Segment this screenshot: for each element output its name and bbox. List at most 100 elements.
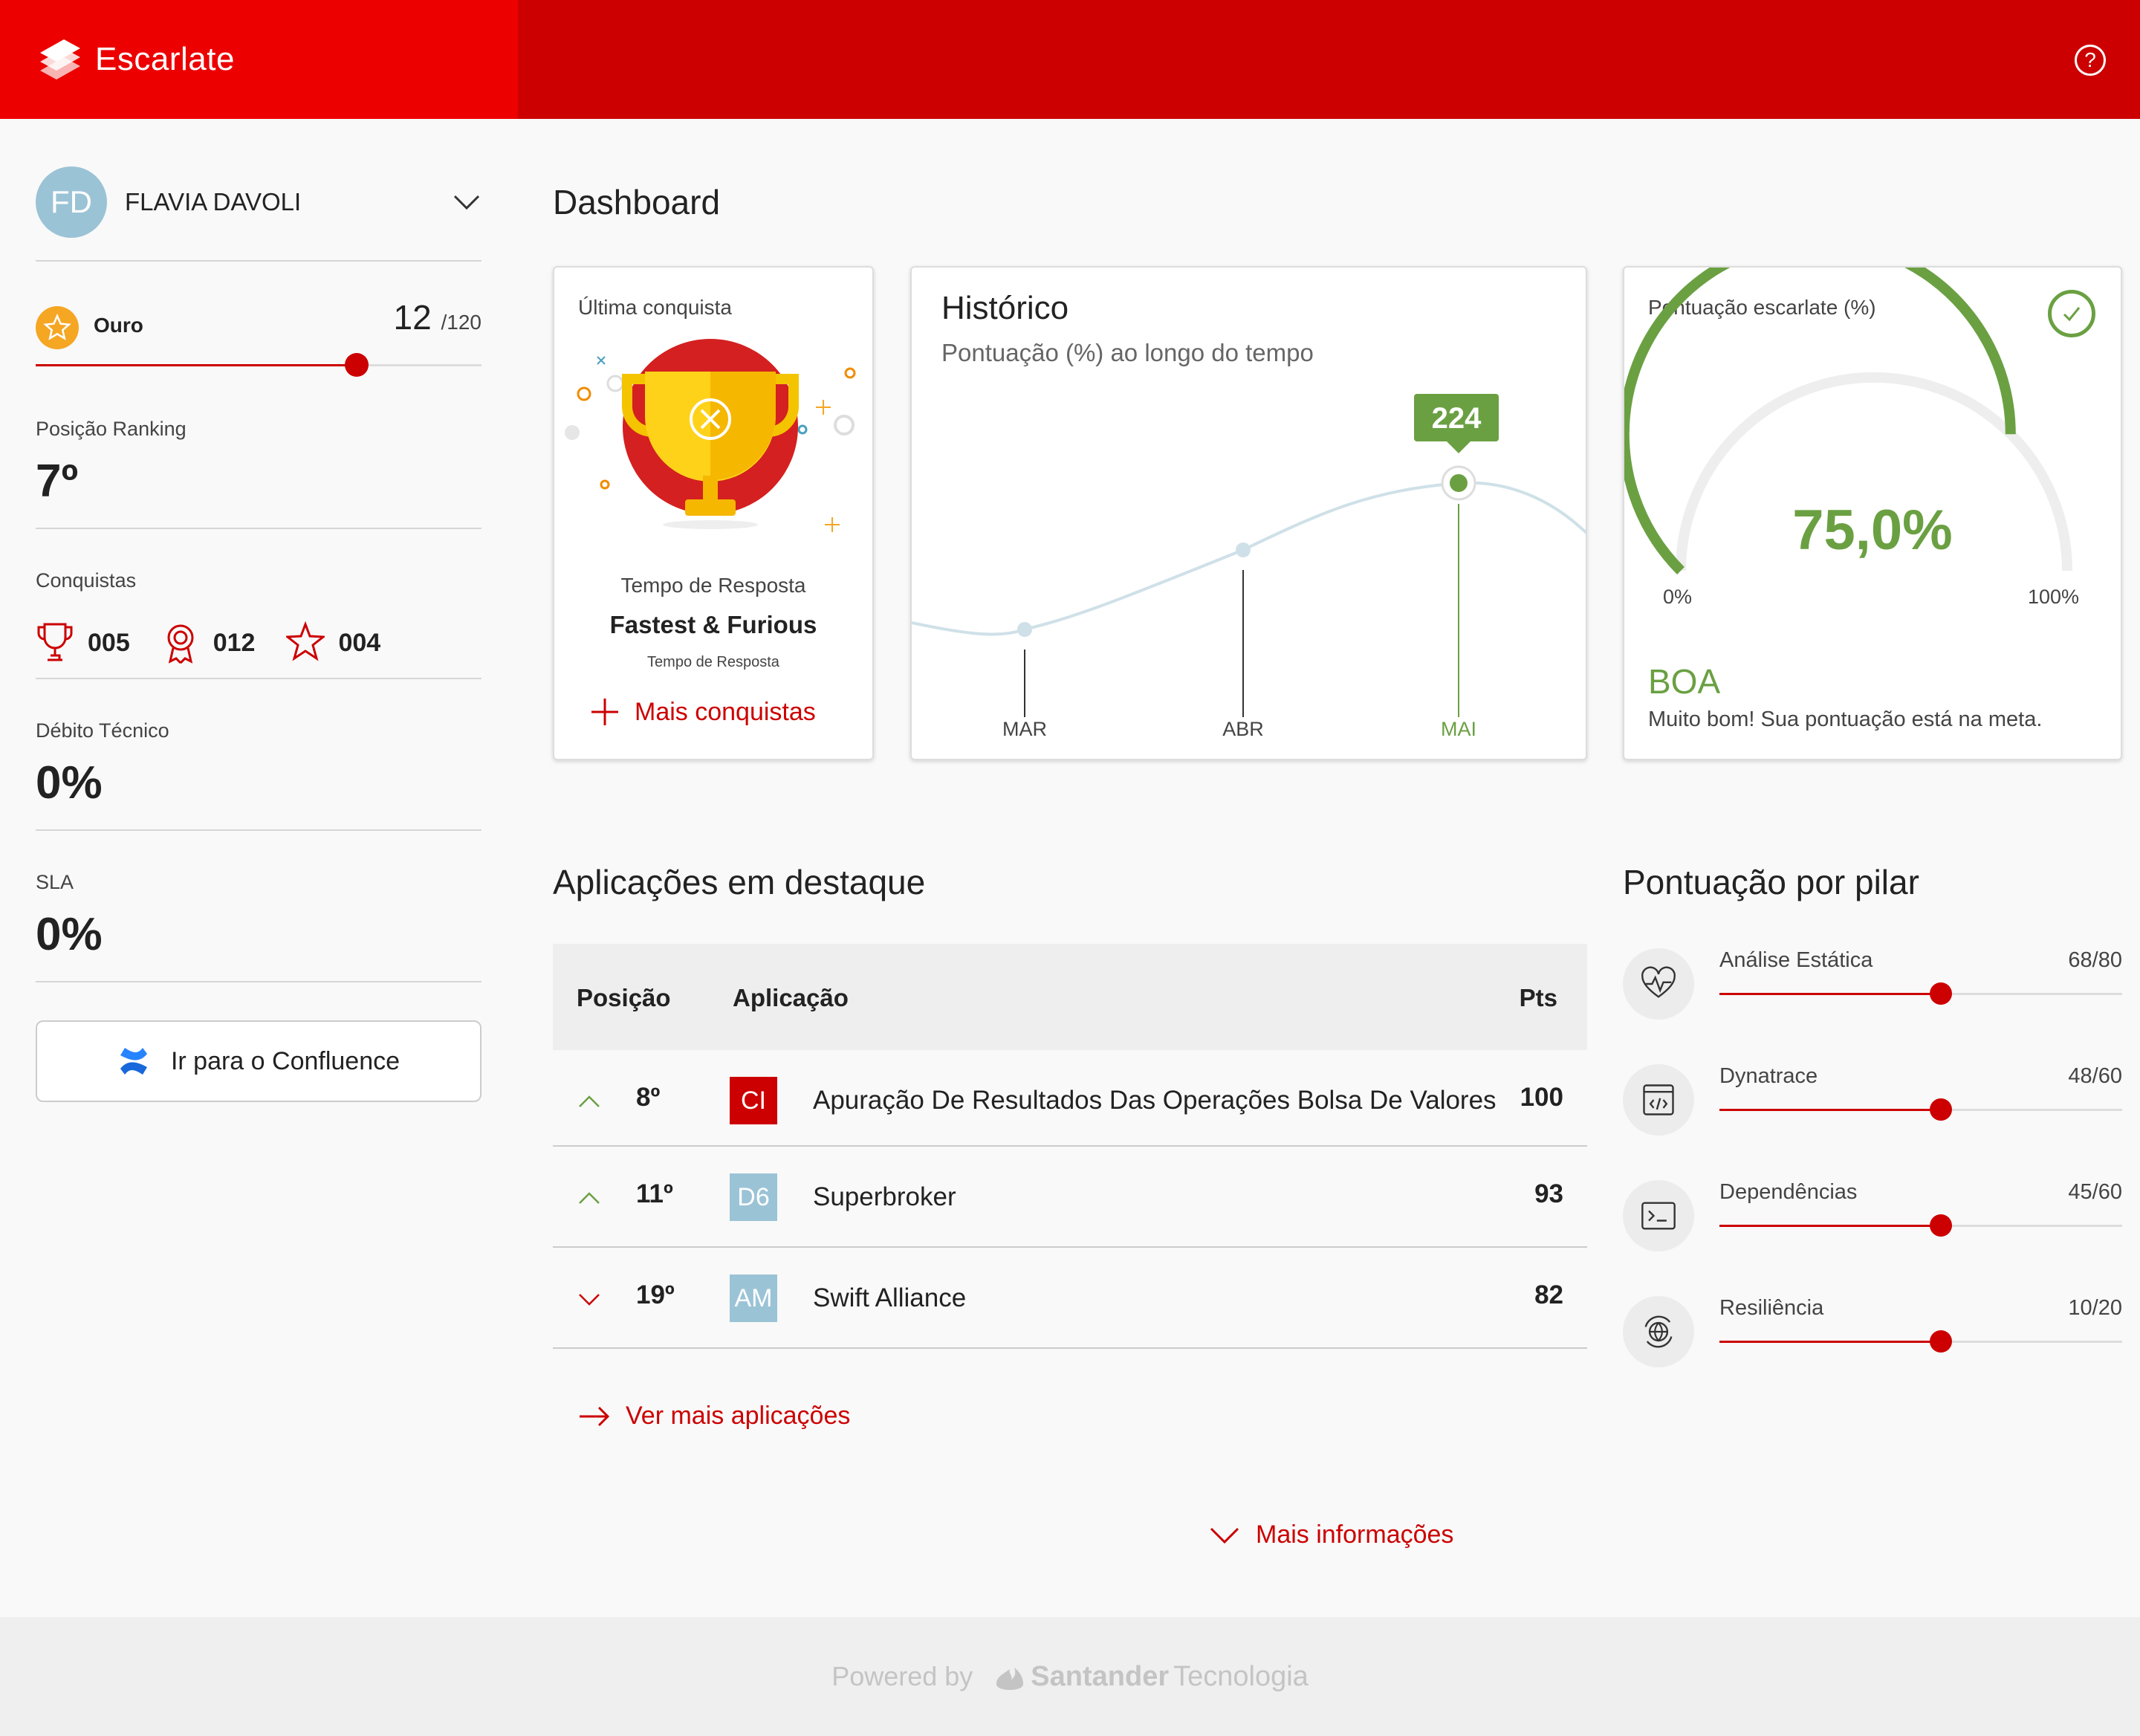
- avatar: FD: [36, 166, 107, 238]
- pillar-slider-fill: [1719, 1341, 1942, 1343]
- level-name: Ouro: [94, 314, 143, 337]
- more-achievements-link[interactable]: Mais conquistas: [590, 697, 816, 727]
- pillar-slider: [1719, 1214, 2122, 1237]
- pillar-slider-knob: [1930, 1098, 1953, 1121]
- app-name[interactable]: Swift Alliance: [813, 1283, 966, 1313]
- header-position[interactable]: Posição: [577, 984, 671, 1012]
- apps-section-title: Aplicações em destaque: [553, 863, 926, 901]
- achievement-name: Fastest & Furious: [609, 611, 817, 638]
- plus-icon: [591, 699, 618, 725]
- app-badge: CI: [730, 1077, 777, 1124]
- top-bar: Escarlate ?: [0, 0, 2140, 119]
- row-position: 11º: [636, 1179, 673, 1208]
- achievement-category: Tempo de Resposta: [620, 574, 806, 597]
- table-row[interactable]: 8º CI Apuração De Resultados Das Operações…: [553, 1050, 1587, 1147]
- app-name[interactable]: Superbroker: [813, 1182, 956, 1212]
- pillar-score: 48/60: [2068, 1064, 2122, 1088]
- pillar-slider: [1719, 1330, 2122, 1353]
- card-title: Última conquista: [578, 296, 732, 319]
- help-circle-icon[interactable]: ?: [2075, 45, 2106, 76]
- confluence-icon: [120, 1048, 147, 1075]
- chevron-up-icon: [579, 1192, 600, 1204]
- app-name[interactable]: Apuração De Resultados Das Operações Bol…: [813, 1086, 1497, 1115]
- divider: [36, 981, 482, 982]
- santander-flame-icon: [996, 1668, 1024, 1690]
- achievement-trophies: 005: [36, 621, 130, 664]
- pillar-slider-knob: [1930, 982, 1953, 1005]
- app-badge: D6: [730, 1173, 777, 1221]
- code-window-icon: [1623, 1064, 1694, 1136]
- sla-label: SLA: [36, 871, 74, 893]
- pillar-slider-fill: [1719, 1109, 1942, 1111]
- heartbeat-icon: [1623, 948, 1694, 1020]
- pillar-row: Resiliência 10/20: [1623, 1296, 2122, 1378]
- sidebar: FD FLAVIA DAVOLI Ouro 12 /120 Posição Ra…: [36, 119, 482, 1159]
- user-menu[interactable]: FD FLAVIA DAVOLI: [36, 165, 482, 239]
- achievement-count: 005: [88, 628, 130, 657]
- row-points: 93: [1534, 1179, 1563, 1208]
- tech-debt-value: 0%: [36, 757, 103, 809]
- star-icon: [286, 621, 325, 661]
- level-score-value: 12: [393, 298, 432, 337]
- header-pts[interactable]: Pts: [1520, 984, 1557, 1012]
- chevron-down-icon: [1210, 1527, 1239, 1544]
- user-name: FLAVIA DAVOLI: [125, 188, 302, 216]
- pillar-slider-knob: [1930, 1330, 1953, 1353]
- achievement-count: 012: [213, 628, 256, 657]
- confluence-label: Ir para o Confluence: [170, 1046, 401, 1075]
- powered-by-label: Powered by: [831, 1661, 973, 1691]
- history-card: Histórico Pontuação (%) ao longo do temp…: [910, 266, 1587, 760]
- more-info-toggle[interactable]: Mais informações: [1210, 1520, 1453, 1549]
- achievements-label: Conquistas: [36, 569, 137, 592]
- pillar-slider: [1719, 982, 2122, 1005]
- tech-debt-label: Débito Técnico: [36, 719, 169, 742]
- medal-icon: [167, 624, 194, 664]
- tooltip-pointer: [1447, 441, 1471, 453]
- row-position: 8º: [636, 1083, 661, 1112]
- mai-point[interactable]: [1450, 474, 1468, 492]
- page-title: Dashboard: [553, 183, 721, 221]
- pillar-row: Dependências 45/60: [1623, 1180, 2122, 1262]
- row-position: 19º: [636, 1280, 675, 1309]
- arrow-right-icon: [580, 1406, 610, 1426]
- table-row[interactable]: 11º D6 Superbroker 93: [553, 1147, 1587, 1248]
- star-icon: [36, 306, 79, 349]
- chevron-down-icon: [579, 1294, 600, 1306]
- row-points: 100: [1520, 1083, 1563, 1112]
- pillar-slider-knob: [1930, 1214, 1953, 1237]
- table-row[interactable]: 19º AM Swift Alliance 82: [553, 1248, 1587, 1349]
- mar-point[interactable]: [1017, 622, 1032, 637]
- achievement-count: 004: [338, 628, 381, 657]
- achievement-subtitle: Tempo de Resposta: [647, 654, 779, 670]
- more-achievements-label: Mais conquistas: [635, 697, 816, 726]
- footer: Powered by Santander Tecnologia: [0, 1617, 2140, 1736]
- apps-table: Posição Aplicação Pts 8º CI Apuração De Re…: [553, 944, 1587, 1349]
- x-tick-label: MAI: [1441, 718, 1476, 740]
- row-points: 82: [1534, 1280, 1563, 1309]
- abr-point[interactable]: [1236, 542, 1251, 557]
- divider: [36, 678, 482, 679]
- pillars-section-title: Pontuação por pilar: [1623, 863, 1919, 901]
- confluence-button[interactable]: Ir para o Confluence: [36, 1020, 482, 1102]
- table-header: Posição Aplicação Pts: [553, 944, 1587, 1050]
- divider: [36, 260, 482, 262]
- santander-logo: Santander Tecnologia: [993, 1661, 1309, 1693]
- brand[interactable]: Escarlate: [0, 0, 518, 119]
- see-more-apps-link[interactable]: Ver mais aplicações: [578, 1402, 850, 1431]
- brand-name: Escarlate: [95, 41, 235, 77]
- level-progress: [36, 353, 482, 377]
- pillar-name: Dynatrace: [1719, 1064, 1818, 1088]
- level-progress-knob: [345, 353, 369, 377]
- chevron-down-icon[interactable]: [452, 187, 482, 217]
- x-tick-label: ABR: [1222, 718, 1264, 740]
- level-score: 12 /120: [394, 297, 482, 337]
- chevron-up-icon: [579, 1095, 600, 1107]
- terminal-icon: [1623, 1180, 1694, 1251]
- achievement-stars: 004: [286, 621, 380, 664]
- header-app[interactable]: Aplicação: [733, 984, 849, 1012]
- level-row: Ouro 12 /120: [36, 297, 482, 357]
- more-info-label: Mais informações: [1256, 1520, 1454, 1549]
- trophy-badge-icon: [565, 339, 856, 532]
- history-chart: 224 MAR ABR MAI: [912, 394, 1586, 740]
- tooltip-value: 224: [1432, 402, 1482, 435]
